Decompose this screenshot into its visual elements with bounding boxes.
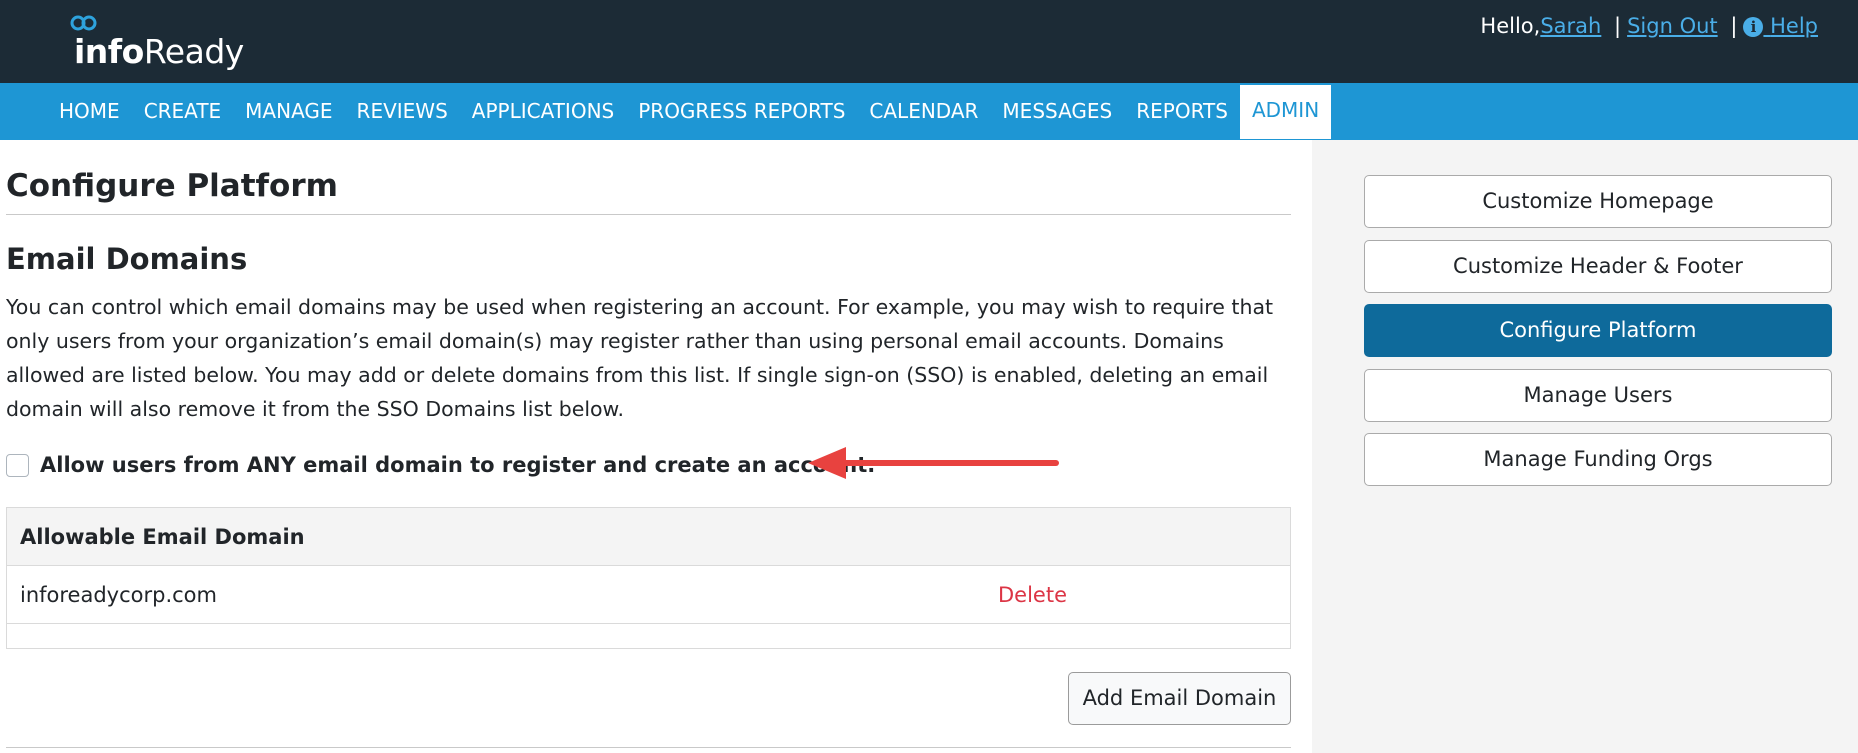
- user-name-link[interactable]: Sarah: [1540, 14, 1601, 38]
- nav-reports[interactable]: REPORTS: [1124, 83, 1240, 140]
- manage-users-button[interactable]: Manage Users: [1364, 369, 1832, 422]
- sign-out-link[interactable]: Sign Out: [1627, 14, 1718, 38]
- logo-text: infoReady: [74, 32, 244, 71]
- manage-funding-orgs-button[interactable]: Manage Funding Orgs: [1364, 433, 1832, 486]
- nav-admin[interactable]: ADMIN: [1239, 85, 1332, 139]
- allow-any-domain-row: Allow users from ANY email domain to reg…: [6, 449, 875, 481]
- info-circle-icon: i: [1743, 17, 1764, 37]
- section-title: Email Domains: [6, 242, 248, 276]
- nav-calendar[interactable]: CALENDAR: [857, 83, 990, 140]
- nav-manage[interactable]: MANAGE: [233, 83, 344, 140]
- greeting-text: Hello,: [1480, 14, 1541, 38]
- user-links: Hello,Sarah | Sign Out | i Help: [1480, 14, 1818, 38]
- nav-applications[interactable]: APPLICATIONS: [460, 83, 626, 140]
- nav-messages[interactable]: MESSAGES: [990, 83, 1124, 140]
- nav-reviews[interactable]: REVIEWS: [345, 83, 460, 140]
- email-domain-table: Allowable Email Domain inforeadycorp.com…: [6, 507, 1291, 649]
- separator: |: [1614, 14, 1622, 38]
- allow-any-domain-checkbox[interactable]: [6, 453, 29, 477]
- allow-any-domain-label[interactable]: Allow users from ANY email domain to reg…: [40, 453, 875, 477]
- separator: |: [1730, 14, 1738, 38]
- domain-cell: inforeadycorp.com: [20, 583, 217, 607]
- help-link[interactable]: i Help: [1743, 14, 1818, 38]
- add-email-domain-button[interactable]: Add Email Domain: [1068, 672, 1291, 725]
- nav-create[interactable]: CREATE: [132, 83, 233, 140]
- delete-link[interactable]: Delete: [998, 566, 1067, 624]
- customize-homepage-button[interactable]: Customize Homepage: [1364, 175, 1832, 228]
- table-row: inforeadycorp.com Delete: [7, 566, 1290, 624]
- page-title: Configure Platform: [6, 168, 338, 204]
- configure-platform-button[interactable]: Configure Platform: [1364, 304, 1832, 357]
- main-nav: HOME CREATE MANAGE REVIEWS APPLICATIONS …: [0, 83, 1858, 140]
- table-header: Allowable Email Domain: [7, 508, 1290, 566]
- section-description: You can control which email domains may …: [6, 295, 1274, 421]
- top-header: infoReady Hello,Sarah | Sign Out | i Help: [0, 0, 1858, 83]
- nav-progress-reports[interactable]: PROGRESS REPORTS: [626, 83, 857, 140]
- infoready-logo[interactable]: infoReady: [70, 12, 244, 71]
- admin-sidebar: Customize Homepage Customize Header & Fo…: [1312, 140, 1858, 753]
- divider: [6, 747, 1291, 748]
- divider: [6, 214, 1291, 215]
- nav-home[interactable]: HOME: [47, 83, 132, 140]
- annotation-arrow-icon: [808, 447, 1059, 479]
- customize-header-footer-button[interactable]: Customize Header & Footer: [1364, 240, 1832, 293]
